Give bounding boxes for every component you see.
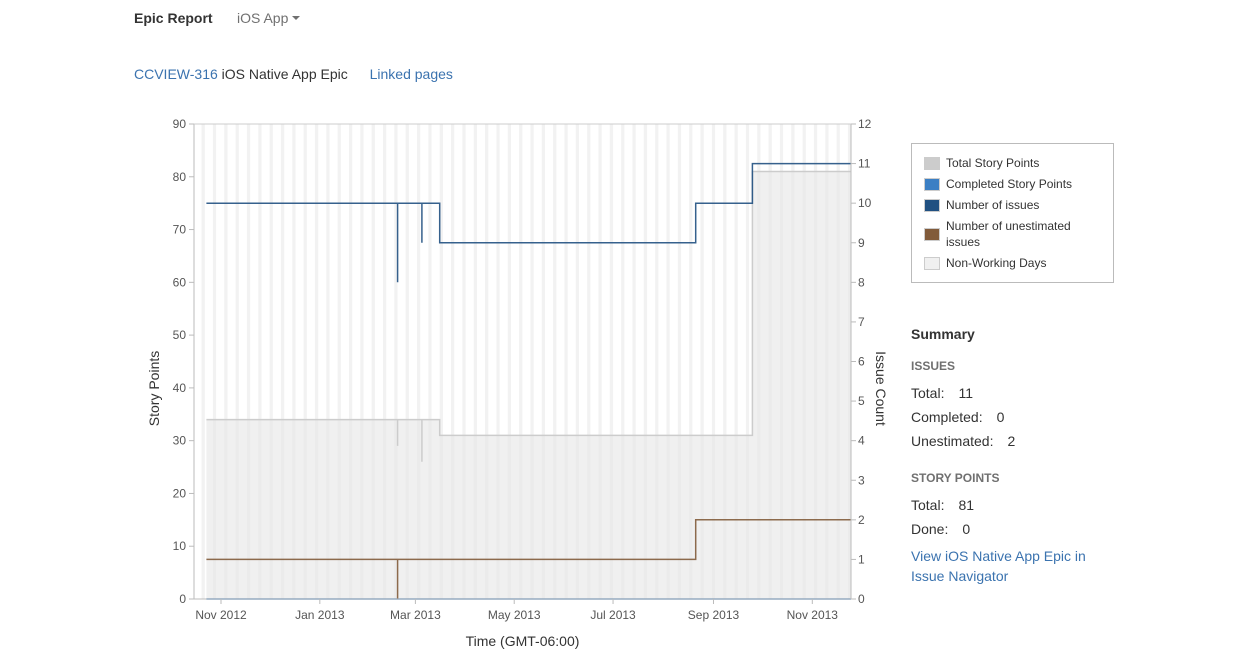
x-tick-label: Jul 2013 bbox=[590, 608, 636, 622]
summary-panel: Summary ISSUES Total: 11 Completed: 0 Unes… bbox=[911, 326, 1086, 584]
issue-navigator-link[interactable]: View iOS Native App Epic in Issue Naviga… bbox=[911, 546, 1111, 586]
chart-legend: Total Story Points Completed Story Point… bbox=[911, 143, 1114, 283]
y-tick-label: 90 bbox=[173, 117, 187, 131]
y2-tick-label: 11 bbox=[858, 157, 871, 171]
y-tick-label: 0 bbox=[179, 592, 186, 606]
x-tick-label: Nov 2013 bbox=[787, 608, 839, 622]
legend-item-total-story-points: Total Story Points bbox=[924, 155, 1103, 171]
story-points-total: Total: 81 bbox=[911, 497, 975, 513]
x-tick-label: Sep 2013 bbox=[688, 608, 740, 622]
y2-axis-label: Issue Count bbox=[873, 351, 889, 426]
series-total-story-points-area bbox=[206, 171, 851, 599]
x-tick-label: Mar 2013 bbox=[390, 608, 441, 622]
legend-swatch bbox=[924, 157, 940, 170]
legend-swatch bbox=[924, 257, 940, 270]
legend-item-non-working-days: Non-Working Days bbox=[924, 255, 1103, 271]
y2-tick-label: 2 bbox=[858, 513, 865, 527]
y2-tick-label: 5 bbox=[858, 394, 865, 408]
x-tick-label: May 2013 bbox=[488, 608, 541, 622]
y-tick-label: 50 bbox=[173, 328, 187, 342]
y-tick-label: 80 bbox=[173, 170, 187, 184]
legend-item-completed-story-points: Completed Story Points bbox=[924, 176, 1103, 192]
issues-unestimated: Unestimated: 2 bbox=[911, 433, 1016, 449]
issues-heading: ISSUES bbox=[911, 359, 956, 373]
non-working-day-band bbox=[201, 124, 205, 599]
y2-tick-label: 7 bbox=[858, 315, 865, 329]
summary-title: Summary bbox=[911, 326, 975, 342]
y-tick-label: 60 bbox=[173, 275, 187, 289]
legend-swatch bbox=[924, 228, 940, 241]
x-axis-label: Time (GMT-06:00) bbox=[466, 633, 580, 649]
issues-total: Total: 11 bbox=[911, 385, 974, 401]
legend-swatch bbox=[924, 199, 940, 212]
y2-tick-label: 12 bbox=[858, 117, 872, 131]
y2-tick-label: 0 bbox=[858, 592, 865, 606]
y-tick-label: 20 bbox=[173, 486, 187, 500]
y-tick-label: 40 bbox=[173, 381, 187, 395]
legend-item-unestimated-issues: Number of unestimated issues bbox=[924, 218, 1103, 250]
x-tick-label: Nov 2012 bbox=[195, 608, 247, 622]
x-tick-label: Jan 2013 bbox=[295, 608, 345, 622]
y2-tick-label: 6 bbox=[858, 355, 865, 369]
y2-tick-label: 8 bbox=[858, 275, 865, 289]
y-axis-label: Story Points bbox=[146, 351, 162, 426]
y-tick-label: 30 bbox=[173, 434, 187, 448]
y-tick-label: 10 bbox=[173, 539, 187, 553]
y2-tick-label: 1 bbox=[858, 552, 865, 566]
y2-tick-label: 4 bbox=[858, 434, 865, 448]
y2-tick-label: 3 bbox=[858, 473, 865, 487]
legend-item-number-of-issues: Number of issues bbox=[924, 197, 1103, 213]
story-points-done: Done: 0 bbox=[911, 521, 971, 537]
legend-swatch bbox=[924, 178, 940, 191]
y2-tick-label: 10 bbox=[858, 196, 872, 210]
epic-chart: 01020304050607080900123456789101112Nov 2… bbox=[146, 117, 889, 649]
issues-completed: Completed: 0 bbox=[911, 409, 1005, 425]
y2-tick-label: 9 bbox=[858, 236, 865, 250]
story-points-heading: STORY POINTS bbox=[911, 471, 1000, 485]
y-tick-label: 70 bbox=[173, 223, 187, 237]
